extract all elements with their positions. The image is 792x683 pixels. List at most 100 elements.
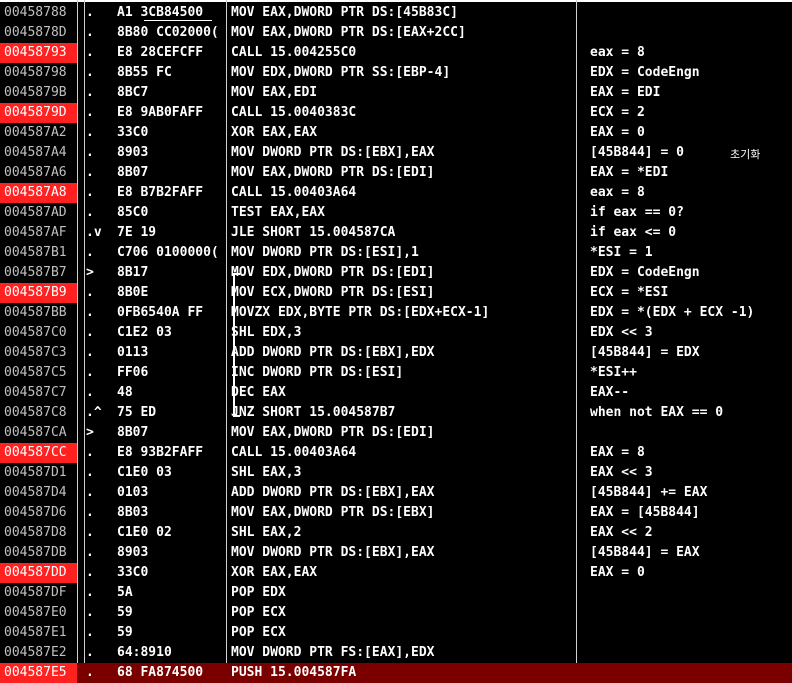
- disassembly-cell: MOV EAX,DWORD PTR DS:[EBX]: [231, 505, 435, 520]
- address-cell: 004587C5: [4, 365, 67, 380]
- flow-marker: .: [86, 185, 94, 200]
- disasm-row[interactable]: 004587AD. 85C0 TEST EAX,EAX if eax == 0?: [0, 203, 792, 223]
- disasm-row[interactable]: 004587A8. E8 B7B2FAFF CALL 15.00403A64 eax …: [0, 183, 792, 203]
- address-cell: 004587A2: [4, 125, 67, 140]
- top-border: [0, 0, 792, 2]
- disasm-row[interactable]: 004587DD. 33C0 XOR EAX,EAX EAX = 0: [0, 563, 792, 583]
- disasm-row[interactable]: 004587C5. FF06 INC DWORD PTR DS:[ESI] *ESI+…: [0, 363, 792, 383]
- disasm-row[interactable]: 004587A2. 33C0 XOR EAX,EAX EAX = 0: [0, 123, 792, 143]
- address-cell: 004587AD: [4, 205, 67, 220]
- hex-dump-cell: 59: [117, 625, 133, 640]
- disasm-row[interactable]: 00458798. 8B55 FC MOV EDX,DWORD PTR SS:[EB…: [0, 63, 792, 83]
- comment-cell: EAX = [45B844]: [590, 505, 700, 520]
- disasm-row[interactable]: 004587E0. 59 POP ECX: [0, 603, 792, 623]
- disasm-row[interactable]: 004587C0. C1E2 03 SHL EDX,3 EDX << 3: [0, 323, 792, 343]
- disasm-row[interactable]: 004587DF. 5A POP EDX: [0, 583, 792, 603]
- flow-marker: .: [86, 145, 94, 160]
- comment-cell: EAX = *EDI: [590, 165, 669, 180]
- address-cell: 004587DD: [0, 563, 77, 583]
- address-cell: 004587E0: [4, 605, 67, 620]
- hex-dump-cell: C1E0 02: [117, 525, 172, 540]
- disassembly-cell: POP EDX: [231, 585, 286, 600]
- comment-cell: [590, 663, 790, 683]
- flow-marker: .^: [86, 405, 102, 420]
- disasm-row[interactable]: 004587B7 >8B17 MOV EDX,DWORD PTR DS:[EDI] E…: [0, 263, 792, 283]
- flow-marker: .: [86, 465, 94, 480]
- address-cell: 004587DB: [4, 545, 67, 560]
- address-cell: 004587CA: [4, 425, 67, 440]
- comment-cell: [590, 583, 790, 603]
- disassembly-cell: CALL 15.00403A64: [231, 185, 357, 200]
- comment-cell: [45B844] = EAX: [590, 545, 700, 560]
- comment-cell: [590, 423, 790, 443]
- disasm-row[interactable]: 004587E2. 64:8910 MOV DWORD PTR FS:[EAX],E…: [0, 643, 792, 663]
- hex-dump-cell: 8B0E: [117, 285, 149, 300]
- disassembly-cell: POP ECX: [231, 625, 286, 640]
- disassembly-cell: MOV DWORD PTR DS:[ESI],1: [231, 245, 419, 260]
- flow-marker: .: [86, 305, 94, 320]
- disasm-row[interactable]: 004587B1. C706 0100000(MOV DWORD PTR DS:[…: [0, 243, 792, 263]
- comment-cell: EAX = 8: [590, 445, 645, 460]
- address-cell: 004587D4: [4, 485, 67, 500]
- flow-marker: .: [86, 605, 94, 620]
- disasm-row[interactable]: 004587C8 .^ 75 ED JNZ SHORT 15.004587B7 when…: [0, 403, 792, 423]
- disassembly-cell: POP ECX: [231, 605, 286, 620]
- disassembly-cell: XOR EAX,EAX: [231, 565, 318, 580]
- address-cell: 004587D8: [4, 525, 67, 540]
- address-cell: 004587E2: [4, 645, 67, 660]
- flow-marker: .: [86, 245, 94, 260]
- hex-dump-cell: 8903: [117, 545, 149, 560]
- disasm-row[interactable]: 004587C7. 48 DEC EAX EAX--: [0, 383, 792, 403]
- disasm-row[interactable]: 00458788. A1 3CB84500 MOV EAX,DWORD PTR DS…: [0, 3, 792, 23]
- disasm-row[interactable]: 004587AF .v 7E 19 JLE SHORT 15.004587CA if e…: [0, 223, 792, 243]
- disasm-row[interactable]: 004587D1. C1E0 03 SHL EAX,3 EAX << 3: [0, 463, 792, 483]
- disasm-row[interactable]: 004587E1. 59 POP ECX: [0, 623, 792, 643]
- disasm-row[interactable]: 004587D4. 0103 ADD DWORD PTR DS:[EBX],EAX […: [0, 483, 792, 503]
- disassembly-cell: MOV EAX,DWORD PTR DS:[EDI]: [231, 165, 435, 180]
- disasm-row[interactable]: 004587CA >8B07 MOV EAX,DWORD PTR DS:[EDI]: [0, 423, 792, 443]
- comment-cell: EAX--: [590, 385, 630, 400]
- disasm-row[interactable]: 004587D8. C1E0 02 SHL EAX,2 EAX << 2: [0, 523, 792, 543]
- disasm-row[interactable]: 0045879B. 8BC7 MOV EAX,EDI EAX = EDI: [0, 83, 792, 103]
- disassembly-cell: XOR EAX,EAX: [231, 125, 318, 140]
- disassembly-cell: MOV EDX,DWORD PTR DS:[EDI]: [231, 265, 435, 280]
- comment-cell: [45B844] = EDX: [590, 345, 700, 360]
- comment-cell: EDX = *(EDX + ECX -1): [590, 305, 755, 320]
- flow-marker: .: [86, 165, 94, 180]
- flow-marker: .: [86, 485, 94, 500]
- comment-cell: [45B844] = 0: [590, 145, 684, 160]
- hex-dump-cell: 8B07: [117, 425, 149, 440]
- hex-dump-cell: 8BC7: [117, 85, 149, 100]
- disasm-row[interactable]: 004587C3. 0113 ADD DWORD PTR DS:[EBX],EDX […: [0, 343, 792, 363]
- comment-cell: when not EAX == 0: [590, 405, 724, 420]
- disassembly-cell: PUSH 15.004587FA: [231, 665, 357, 680]
- disasm-row[interactable]: 0045879D. E8 9AB0FAFF CALL 15.0040383C ECX …: [0, 103, 792, 123]
- comment-cell: *ESI++: [590, 365, 637, 380]
- hex-dump-cell: 7E 19: [117, 225, 157, 240]
- disassembly-pane[interactable]: 초기화 00458788. A1 3CB84500 MOV EAX,DWORD PT…: [0, 0, 792, 683]
- disasm-row[interactable]: 004587A4. 8903 MOV DWORD PTR DS:[EBX],EAX […: [0, 143, 792, 163]
- hex-dump-cell: 8B03: [117, 505, 149, 520]
- comment-cell: eax = 8: [590, 185, 645, 200]
- hex-dump-cell: 64:8910: [117, 645, 172, 660]
- disasm-row[interactable]: 004587B9. 8B0E MOV ECX,DWORD PTR DS:[ESI] E…: [0, 283, 792, 303]
- disasm-row[interactable]: 00458793. E8 28CEFCFF CALL 15.004255C0 eax …: [0, 43, 792, 63]
- flow-marker: .: [86, 505, 94, 520]
- flow-marker: .: [86, 105, 94, 120]
- flow-marker: .: [86, 565, 94, 580]
- disasm-row[interactable]: 004587E5. 68 FA874500 PUSH 15.004587FA: [0, 663, 792, 683]
- disasm-row[interactable]: 004587D6. 8B03 MOV EAX,DWORD PTR DS:[EBX] E…: [0, 503, 792, 523]
- comment-cell: [590, 23, 790, 43]
- comment-cell: [45B844] += EAX: [590, 485, 708, 500]
- address-cell: 004587DF: [4, 585, 67, 600]
- disasm-row[interactable]: 004587CC. E8 93B2FAFF CALL 15.00403A64 EAX …: [0, 443, 792, 463]
- comment-cell: [590, 3, 790, 23]
- disassembly-cell: TEST EAX,EAX: [231, 205, 325, 220]
- address-cell: 004587A8: [0, 183, 77, 203]
- address-cell: 00458788: [4, 5, 67, 20]
- disasm-row[interactable]: 0045878D. 8B80 CC02000(MOV EAX,DWORD PTR …: [0, 23, 792, 43]
- disasm-row[interactable]: 004587A6. 8B07 MOV EAX,DWORD PTR DS:[EDI] E…: [0, 163, 792, 183]
- hex-dump-cell: 8B80 CC02000(: [117, 25, 219, 40]
- disasm-row[interactable]: 004587DB. 8903 MOV DWORD PTR DS:[EBX],EAX […: [0, 543, 792, 563]
- disasm-row[interactable]: 004587BB. 0FB6540A FF MOVZX EDX,BYTE PTR D…: [0, 303, 792, 323]
